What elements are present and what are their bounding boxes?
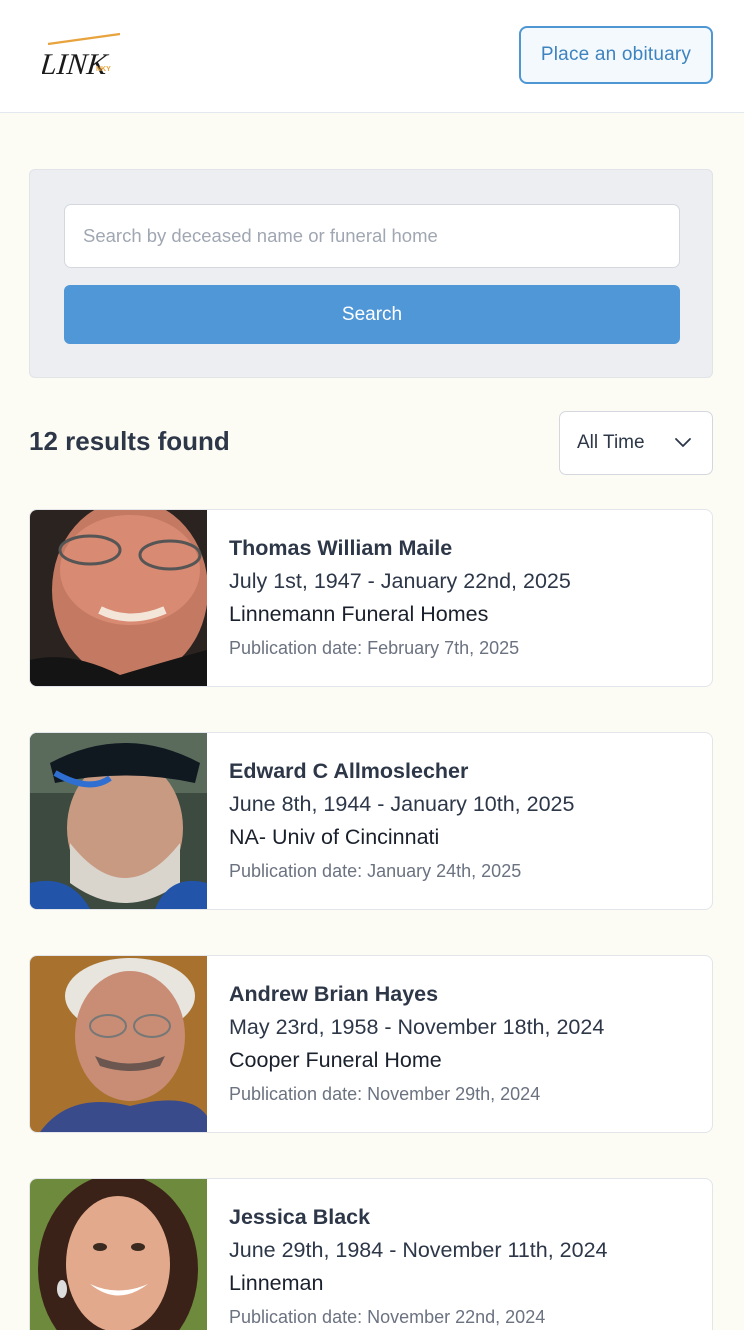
time-filter-value: All Time (577, 432, 645, 453)
search-panel: Search (29, 169, 713, 378)
site-logo[interactable]: LINK NKY (38, 30, 126, 81)
site-header: LINK NKY Place an obituary (0, 0, 744, 113)
obituary-publication-date: Publication date: January 24th, 2025 (229, 861, 522, 881)
obituary-card[interactable]: Thomas William Maile July 1st, 1947 - Ja… (29, 509, 713, 687)
obituary-photo (30, 510, 207, 686)
time-filter-select[interactable]: All Time (559, 411, 713, 475)
obituary-name[interactable]: Thomas William Maile (229, 536, 452, 561)
search-input[interactable] (64, 204, 680, 268)
obituary-dates: July 1st, 1947 - January 22nd, 2025 (229, 569, 571, 593)
obituary-photo (30, 733, 207, 909)
obituary-publication-date: Publication date: February 7th, 2025 (229, 638, 520, 658)
obituary-name[interactable]: Andrew Brian Hayes (229, 982, 438, 1007)
obituary-publication-date: Publication date: November 22nd, 2024 (229, 1307, 546, 1327)
obituary-card[interactable]: Jessica Black June 29th, 1984 - November… (29, 1178, 713, 1330)
obituary-dates: May 23rd, 1958 - November 18th, 2024 (229, 1015, 605, 1039)
obituary-card[interactable]: Andrew Brian Hayes May 23rd, 1958 - Nove… (29, 955, 713, 1133)
logo-text: LINK (42, 47, 111, 80)
obituary-dates: June 29th, 1984 - November 11th, 2024 (229, 1238, 608, 1262)
obituary-funeral-home: Linnemann Funeral Homes (229, 602, 489, 626)
obituary-photo (30, 956, 207, 1132)
obituary-funeral-home: Linneman (229, 1271, 324, 1295)
obituary-dates: June 8th, 1944 - January 10th, 2025 (229, 792, 575, 816)
logo-subtext: NKY (96, 66, 111, 73)
obituary-funeral-home: NA- Univ of Cincinnati (229, 825, 440, 849)
obituary-name[interactable]: Edward C Allmoslecher (229, 759, 468, 784)
place-obituary-button[interactable]: Place an obituary (519, 26, 713, 84)
chevron-down-icon (675, 438, 691, 447)
obituary-funeral-home: Cooper Funeral Home (229, 1048, 442, 1072)
search-button[interactable]: Search (64, 285, 680, 344)
obituary-name[interactable]: Jessica Black (229, 1205, 370, 1230)
results-count: 12 results found (29, 426, 230, 456)
obituary-card[interactable]: Edward C Allmoslecher June 8th, 1944 - J… (29, 732, 713, 910)
obituary-publication-date: Publication date: November 29th, 2024 (229, 1084, 541, 1104)
obituary-photo (30, 1179, 207, 1330)
